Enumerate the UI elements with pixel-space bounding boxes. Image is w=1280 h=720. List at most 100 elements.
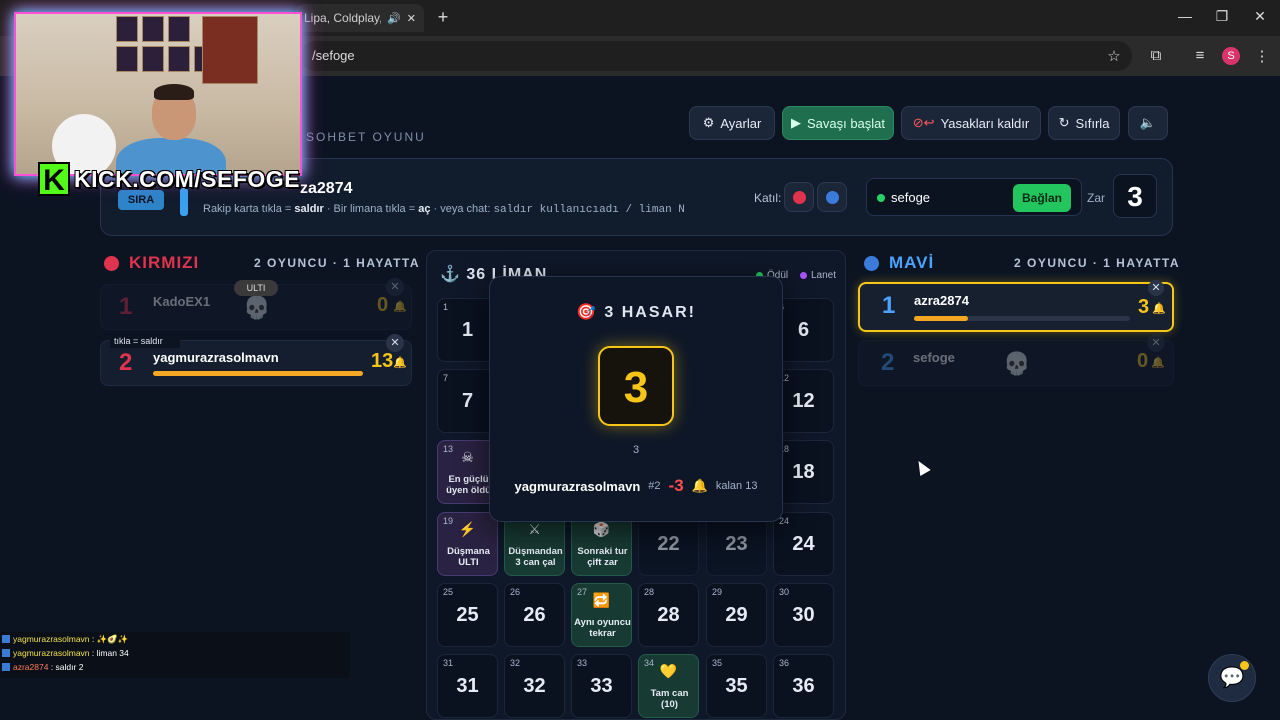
minimize-button[interactable]: — <box>1175 8 1195 24</box>
reset-button[interactable]: ↻ Sıfırla <box>1048 106 1120 140</box>
harbor-cell-value: 23 <box>725 533 748 555</box>
chat-user: yagmurazrasolmavn <box>13 634 90 644</box>
health-bar <box>914 316 1130 321</box>
browser-tab[interactable]: Lipa, Coldplay, M 🔊 ✕ <box>296 4 424 32</box>
kick-watermark: K KICK.COM/SEFOGE <box>38 162 301 197</box>
speaker-icon[interactable]: 🔊 <box>387 12 401 25</box>
red-team-name: KIRMIZI <box>129 253 200 272</box>
kick-url: KICK.COM/SEFOGE <box>74 165 301 192</box>
connect-button[interactable]: Bağlan <box>1013 184 1071 212</box>
bell-icon: 🔔 <box>1152 303 1166 315</box>
chat-line: yagmurazrasolmavn : ✨🥑✨ <box>0 632 350 646</box>
hint-chat: · veya chat: <box>430 203 494 215</box>
hint-mid: · Bir limana tıkla = <box>323 203 419 215</box>
settings-button[interactable]: ⚙ Ayarlar <box>689 106 775 140</box>
hint-attack: saldır <box>294 203 324 215</box>
chat-bubble-icon: 💬 <box>1219 667 1245 689</box>
harbor-cell[interactable]: 25 25 <box>437 583 498 647</box>
attacker-name: yagmurazrasolmavn <box>514 478 641 494</box>
start-battle-button[interactable]: ▶ Savaşı başlat <box>782 106 894 140</box>
new-tab-button[interactable]: + <box>434 8 452 26</box>
media-control-icon[interactable]: ≡ <box>1190 47 1210 65</box>
close-icon[interactable]: ✕ <box>386 334 404 352</box>
chat-message: : ✨🥑✨ <box>91 634 129 644</box>
player-value: 0 <box>1137 350 1149 372</box>
close-icon[interactable]: ✕ <box>1147 334 1165 352</box>
join-red-button[interactable] <box>784 182 814 212</box>
health-bar <box>153 371 363 376</box>
play-icon: ▶ <box>790 115 801 130</box>
speaker-icon: 🔈 <box>1139 115 1157 130</box>
harbor-cell[interactable]: 32 32 <box>504 654 565 718</box>
harbor-cell[interactable]: 26 26 <box>504 583 565 647</box>
url-input[interactable]: /sefoge <box>300 41 1132 71</box>
harbor-cell-icon: 🎲 <box>592 521 611 537</box>
player-number: 1 <box>882 292 896 319</box>
blue-team-count: 2 OYUNCU · 1 HAYATTA <box>1014 256 1181 270</box>
harbor-cell[interactable]: 35 35 <box>706 654 767 718</box>
notification-dot <box>1240 661 1249 670</box>
chat-overlay: yagmurazrasolmavn : ✨🥑✨ yagmurazrasolmav… <box>0 632 350 678</box>
modal-footer: yagmurazrasolmavn #2 -3 🔔 kalan 13 <box>489 476 783 496</box>
url-text: /sefoge <box>312 48 355 63</box>
close-window-button[interactable]: ✕ <box>1250 8 1270 25</box>
chat-line: azra2874 : saldır 2 <box>0 660 350 674</box>
channel-field[interactable]: sefoge Bağlan <box>866 178 1082 216</box>
close-tab-icon[interactable]: ✕ <box>407 12 416 25</box>
start-battle-label: Savaşı başlat <box>806 115 886 131</box>
remove-bans-button[interactable]: ⊘↩ Yasakları kaldır <box>901 106 1041 140</box>
tab-title: Lipa, Coldplay, M <box>304 11 382 25</box>
harbor-cell[interactable]: 28 28 <box>638 583 699 647</box>
chat-fab-button[interactable]: 💬 <box>1208 654 1256 702</box>
remaining-health: kalan 13 <box>715 480 758 492</box>
restore-button[interactable]: ❐ <box>1212 8 1232 25</box>
profile-avatar[interactable]: S <box>1222 47 1240 65</box>
harbor-cell-number: 33 <box>577 658 588 668</box>
close-icon[interactable]: ✕ <box>386 278 404 296</box>
harbor-cell-label: Düşmandan 3 can çal <box>508 546 563 568</box>
harbor-cell[interactable]: 29 29 <box>706 583 767 647</box>
player-card-azra2874[interactable]: 1 azra2874 3 🔔 ✕ <box>858 280 1174 332</box>
harbor-cell[interactable]: 27 🔁 Aynı oyuncu tekrar <box>571 583 632 647</box>
red-team-count: 2 OYUNCU · 1 HAYATTA <box>254 256 421 270</box>
reset-label: Sıfırla <box>1075 115 1110 131</box>
health-bar-fill <box>153 371 363 376</box>
player-card-sefoge[interactable]: 2 sefoge 💀 0 🔔 ✕ <box>858 334 1174 386</box>
player-number: 1 <box>119 293 133 320</box>
live-status-dot <box>877 194 885 202</box>
harbor-cell-icon: ⚡ <box>458 521 477 537</box>
harbor-cell[interactable]: 33 33 <box>571 654 632 718</box>
bell-icon: 🔔 <box>393 357 407 369</box>
harbor-cell-number: 28 <box>644 587 655 597</box>
player-name: azra2874 <box>914 293 969 308</box>
harbor-cell[interactable]: 24 24 <box>773 512 834 576</box>
harbor-cell[interactable]: 19 ⚡ Düşmana ULTI <box>437 512 498 576</box>
harbor-cell[interactable]: 30 30 <box>773 583 834 647</box>
join-blue-button[interactable] <box>817 182 847 212</box>
harbor-cell[interactable]: 36 36 <box>773 654 834 718</box>
extensions-icon[interactable]: ⧉ <box>1146 47 1166 65</box>
bookmark-star-icon[interactable]: ☆ <box>1104 47 1124 65</box>
chat-message: : liman 34 <box>91 648 129 658</box>
refresh-icon: ↻ <box>1058 115 1070 130</box>
harbor-cell-value: 28 <box>657 604 680 626</box>
hint-open: aç <box>418 203 431 215</box>
harbor-cell[interactable]: 34 💛 Tam can (10) <box>638 654 699 718</box>
harbor-cell-value: 33 <box>590 675 613 697</box>
blue-team-name: MAVİ <box>889 253 935 272</box>
blue-team-dot <box>864 255 879 271</box>
harbor-cell-number: 31 <box>443 658 454 668</box>
hint-prefix: Rakip karta tıkla = <box>203 203 295 215</box>
sound-button[interactable]: 🔈 <box>1128 106 1168 140</box>
more-menu-icon[interactable]: ⋮ <box>1252 47 1272 65</box>
target-icon: 🎯 <box>576 304 598 321</box>
harbor-cell-label: Düşmana ULTI <box>447 546 490 568</box>
harbor-cell-number: 25 <box>443 587 454 597</box>
harbor-cell[interactable]: 31 31 <box>437 654 498 718</box>
click-to-attack-tag: tıkla = saldır <box>110 334 180 348</box>
chat-line: yagmurazrasolmavn : liman 34 <box>0 646 350 660</box>
harbor-cell-icon: 🔁 <box>592 592 611 608</box>
close-icon[interactable]: ✕ <box>1148 280 1164 296</box>
harbor-cell-number: 35 <box>712 658 723 668</box>
harbor-cell-label: Tam can (10) <box>650 688 689 710</box>
